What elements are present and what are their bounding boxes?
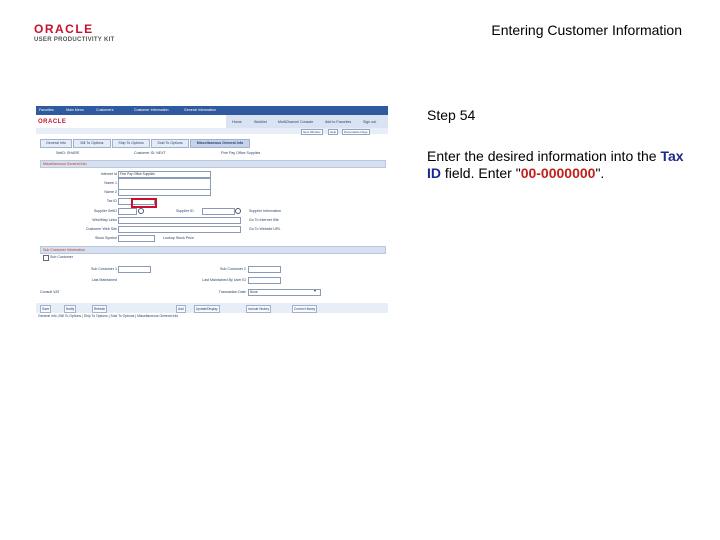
- last-maintained-by-label: Last Maintained By User ID: [202, 278, 246, 282]
- supplier-id-label: Supplier ID: [176, 209, 194, 213]
- tab-sold-to-options[interactable]: Sold To Options: [151, 139, 189, 148]
- web-map-links-input[interactable]: [118, 217, 241, 224]
- setid-label: SetID: SHARE: [56, 151, 80, 155]
- nav-general-information[interactable]: General Information: [184, 108, 216, 112]
- notify-button[interactable]: Notify: [64, 305, 77, 313]
- oracle-upk-logo: ORACLE USER PRODUCTIVITY KIT: [34, 22, 115, 43]
- include-history-button[interactable]: Include History: [246, 305, 272, 313]
- nav-favorites[interactable]: Favorites: [39, 108, 54, 112]
- web-map-links-label: Web/Map Links: [92, 218, 117, 222]
- instruction-text-middle: field. Enter ": [441, 165, 521, 181]
- go-to-internet-site-link[interactable]: Go To Internet Site: [249, 218, 279, 222]
- sub-customer-2-label: Sub Customer 2: [220, 267, 246, 271]
- supplier-info-link[interactable]: Supplier Information: [249, 209, 281, 213]
- customer-name-text: Fine Pay Office Supplies: [221, 151, 261, 155]
- tab-ship-to-options[interactable]: Ship To Options: [112, 139, 150, 148]
- supplier-setid-input[interactable]: [118, 208, 137, 215]
- refresh-button[interactable]: Refresh: [92, 305, 108, 313]
- sub-customer-1-label: Sub Customer 1: [91, 267, 117, 271]
- lookup-stock-price-link[interactable]: Lookup Stock Price: [163, 236, 194, 240]
- go-to-website-url-link[interactable]: Go To Website URL: [249, 227, 281, 231]
- stock-symbol-input[interactable]: [118, 235, 155, 242]
- search-icon[interactable]: [235, 208, 241, 214]
- nav-customers[interactable]: Customers: [96, 108, 113, 112]
- misc-section-title: Miscellaneous General Info: [43, 162, 87, 166]
- tab-misc-general-info[interactable]: Miscellaneous General Info: [190, 139, 250, 148]
- instruction-text-before: Enter the desired information into the: [427, 148, 661, 164]
- instruction-text-after: ".: [595, 165, 605, 181]
- sub-customer-1-input[interactable]: [118, 266, 151, 273]
- new-window-link[interactable]: New Window: [301, 129, 323, 135]
- tax-id-label: Tax ID: [106, 199, 117, 203]
- step-instruction: Enter the desired information into the T…: [427, 148, 697, 182]
- link-sign-out[interactable]: Sign out: [363, 120, 376, 124]
- last-maintained-by-input: [248, 277, 281, 284]
- tax-id-highlight: [131, 198, 157, 208]
- search-icon[interactable]: [138, 208, 144, 214]
- customer-web-site-label: Customer Web Site: [85, 227, 117, 231]
- action-button-bar: Save Notify Refresh Add Update/Display I…: [36, 303, 388, 313]
- sub-customer-2-input[interactable]: [248, 266, 281, 273]
- link-multichannel-console[interactable]: MultiChannel Console: [278, 120, 313, 124]
- sub-customer-section-title: Sub Customer Information: [43, 248, 85, 252]
- tab-general-info[interactable]: General Info: [40, 139, 72, 148]
- last-maintained-label: Last Maintained: [91, 278, 117, 282]
- misc-section-header: Miscellaneous General Info: [40, 160, 386, 168]
- sub-customer-checkbox[interactable]: [43, 255, 49, 261]
- logo-upk-text: USER PRODUCTIVITY KIT: [34, 37, 115, 43]
- internet-id-input[interactable]: Fine Pay Office Supplies: [118, 171, 211, 178]
- supplier-id-input[interactable]: [202, 208, 235, 215]
- consult-vat-label: Consult VAT: [40, 290, 60, 294]
- name2-label: Name 2: [104, 190, 117, 194]
- customer-id-label: Customer ID: NEXT: [134, 151, 166, 155]
- name2-input[interactable]: [118, 189, 211, 196]
- nav-main-menu[interactable]: Main Menu: [66, 108, 84, 112]
- personalize-page-link[interactable]: Personalize Page: [342, 129, 370, 135]
- update-display-button[interactable]: Update/Display: [194, 305, 220, 313]
- nav-customer-information[interactable]: Customer Information: [134, 108, 169, 112]
- correct-history-button[interactable]: Correct History: [292, 305, 318, 313]
- app-logo: ORACLE: [38, 119, 67, 125]
- name1-label: Name 1: [104, 181, 117, 185]
- nav-bar: Favorites Main Menu Customers Customer I…: [36, 106, 388, 115]
- sub-customer-section-header: Sub Customer Information: [40, 246, 386, 254]
- sub-customer-label: Sub Customer: [50, 255, 73, 259]
- tab-bill-to-options[interactable]: Bill To Options: [73, 139, 111, 148]
- save-button[interactable]: Save: [40, 305, 52, 313]
- internet-id-label: Internet Id: [100, 172, 117, 176]
- page-toolbar: New Window Help Personalize Page: [36, 128, 388, 135]
- transaction-date-label: Transaction Date: [218, 290, 246, 294]
- logo-oracle-text: ORACLE: [34, 22, 94, 36]
- customer-web-site-input[interactable]: [118, 226, 241, 233]
- top-links-bar: Home Worklist MultiChannel Console Add t…: [226, 115, 388, 128]
- instruction-value: 00-0000000: [520, 165, 596, 181]
- chevron-down-icon[interactable]: ▾: [314, 288, 316, 293]
- stock-symbol-label: Stock Symbol: [95, 236, 117, 240]
- link-add-to-favorites[interactable]: Add to Favorites: [325, 120, 351, 124]
- supplier-setid-label: Supplier SetID: [93, 209, 117, 213]
- help-link[interactable]: Help: [328, 129, 339, 135]
- bottom-tab-links[interactable]: General Info | Bill To Options | Ship To…: [38, 314, 178, 318]
- add-button[interactable]: Add: [176, 305, 186, 313]
- transaction-date-select[interactable]: None: [248, 289, 321, 296]
- application-screenshot: Favorites Main Menu Customers Customer I…: [36, 106, 388, 321]
- step-number: Step 54: [427, 107, 476, 123]
- link-worklist[interactable]: Worklist: [254, 120, 267, 124]
- page-title: Entering Customer Information: [491, 22, 682, 38]
- link-home[interactable]: Home: [232, 120, 242, 124]
